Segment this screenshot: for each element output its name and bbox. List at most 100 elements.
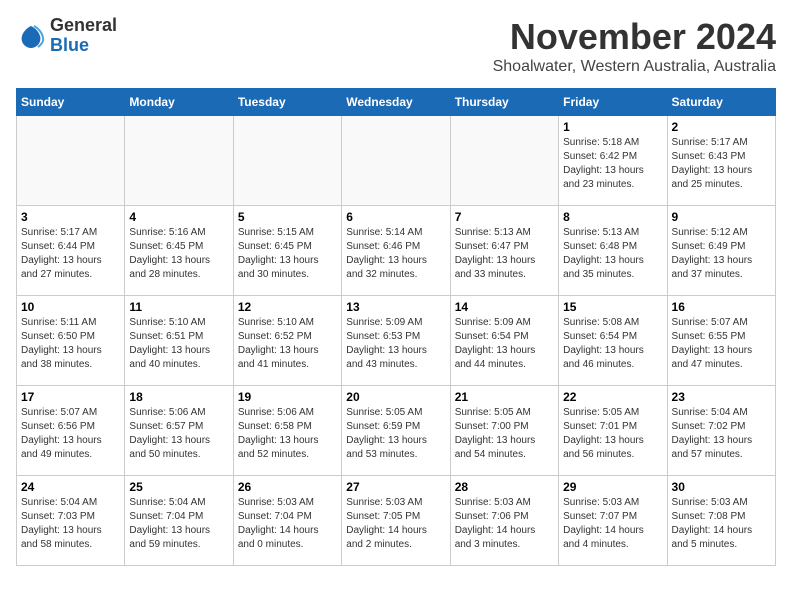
day-info: Sunrise: 5:04 AM Sunset: 7:03 PM Dayligh… [21,496,120,552]
day-number: 26 [238,480,337,494]
day-number: 11 [129,300,228,314]
day-info: Sunrise: 5:03 AM Sunset: 7:06 PM Dayligh… [455,496,554,552]
day-info: Sunrise: 5:14 AM Sunset: 6:46 PM Dayligh… [346,226,445,282]
table-row [233,116,341,206]
day-number: 28 [455,480,554,494]
day-info: Sunrise: 5:11 AM Sunset: 6:50 PM Dayligh… [21,316,120,372]
day-number: 24 [21,480,120,494]
table-row [342,116,450,206]
day-info: Sunrise: 5:07 AM Sunset: 6:55 PM Dayligh… [672,316,771,372]
day-number: 5 [238,210,337,224]
table-row: 19Sunrise: 5:06 AM Sunset: 6:58 PM Dayli… [233,386,341,476]
day-number: 14 [455,300,554,314]
calendar-week-1: 1 Sunrise: 5:18 AM Sunset: 6:42 PM Daylig… [17,116,776,206]
calendar-week-3: 10 Sunrise: 5:11 AM Sunset: 6:50 PM Dayli… [17,296,776,386]
table-row: 27 Sunrise: 5:03 AM Sunset: 7:05 PM Dayli… [342,476,450,566]
table-row: 20 Sunrise: 5:05 AM Sunset: 6:59 PM Dayli… [342,386,450,476]
table-row: 24 Sunrise: 5:04 AM Sunset: 7:03 PM Dayli… [17,476,125,566]
header-tuesday: Tuesday [233,89,341,116]
day-info: Sunrise: 5:17 AM Sunset: 6:43 PM Dayligh… [672,136,771,192]
day-number: 9 [672,210,771,224]
day-info: Sunrise: 5:05 AM Sunset: 6:59 PM Dayligh… [346,406,445,462]
header-friday: Friday [559,89,667,116]
table-row: 21Sunrise: 5:05 AM Sunset: 7:00 PM Dayli… [450,386,558,476]
table-row: 2 Sunrise: 5:17 AM Sunset: 6:43 PM Daylig… [667,116,775,206]
calendar-header-row: Sunday Monday Tuesday Wednesday Thursday… [17,89,776,116]
header-thursday: Thursday [450,89,558,116]
day-number: 15 [563,300,662,314]
day-info: Sunrise: 5:07 AM Sunset: 6:56 PM Dayligh… [21,406,120,462]
day-number: 16 [672,300,771,314]
day-number: 3 [21,210,120,224]
day-number: 6 [346,210,445,224]
table-row: 10 Sunrise: 5:11 AM Sunset: 6:50 PM Dayli… [17,296,125,386]
day-info: Sunrise: 5:13 AM Sunset: 6:47 PM Dayligh… [455,226,554,282]
logo-text: General Blue [50,16,117,56]
calendar-week-5: 24 Sunrise: 5:04 AM Sunset: 7:03 PM Dayli… [17,476,776,566]
day-number: 12 [238,300,337,314]
day-number: 19 [238,390,337,404]
header-sunday: Sunday [17,89,125,116]
table-row: 28 Sunrise: 5:03 AM Sunset: 7:06 PM Dayli… [450,476,558,566]
table-row: 17 Sunrise: 5:07 AM Sunset: 6:56 PM Dayli… [17,386,125,476]
day-number: 2 [672,120,771,134]
day-number: 25 [129,480,228,494]
day-info: Sunrise: 5:06 AM Sunset: 6:57 PM Dayligh… [129,406,228,462]
day-info: Sunrise: 5:17 AM Sunset: 6:44 PM Dayligh… [21,226,120,282]
table-row: 6 Sunrise: 5:14 AM Sunset: 6:46 PM Daylig… [342,206,450,296]
table-row [17,116,125,206]
day-info: Sunrise: 5:04 AM Sunset: 7:04 PM Dayligh… [129,496,228,552]
calendar-table: Sunday Monday Tuesday Wednesday Thursday… [16,88,776,566]
table-row: 30 Sunrise: 5:03 AM Sunset: 7:08 PM Dayli… [667,476,775,566]
day-number: 27 [346,480,445,494]
table-row: 11 Sunrise: 5:10 AM Sunset: 6:51 PM Dayli… [125,296,233,386]
day-info: Sunrise: 5:03 AM Sunset: 7:08 PM Dayligh… [672,496,771,552]
day-info: Sunrise: 5:03 AM Sunset: 7:07 PM Dayligh… [563,496,662,552]
month-title: November 2024 [493,16,776,58]
table-row: 14Sunrise: 5:09 AM Sunset: 6:54 PM Dayli… [450,296,558,386]
table-row: 1 Sunrise: 5:18 AM Sunset: 6:42 PM Daylig… [559,116,667,206]
day-number: 21 [455,390,554,404]
logo: General Blue [16,16,117,56]
day-number: 7 [455,210,554,224]
table-row: 25 Sunrise: 5:04 AM Sunset: 7:04 PM Dayli… [125,476,233,566]
day-number: 10 [21,300,120,314]
day-info: Sunrise: 5:03 AM Sunset: 7:04 PM Dayligh… [238,496,337,552]
logo-icon [16,21,46,51]
table-row: 8 Sunrise: 5:13 AM Sunset: 6:48 PM Daylig… [559,206,667,296]
day-number: 1 [563,120,662,134]
day-info: Sunrise: 5:10 AM Sunset: 6:52 PM Dayligh… [238,316,337,372]
table-row: 29 Sunrise: 5:03 AM Sunset: 7:07 PM Dayli… [559,476,667,566]
title-section: November 2024 Shoalwater, Western Austra… [493,16,776,76]
day-number: 8 [563,210,662,224]
table-row [450,116,558,206]
day-info: Sunrise: 5:03 AM Sunset: 7:05 PM Dayligh… [346,496,445,552]
day-info: Sunrise: 5:13 AM Sunset: 6:48 PM Dayligh… [563,226,662,282]
day-info: Sunrise: 5:05 AM Sunset: 7:01 PM Dayligh… [563,406,662,462]
day-number: 30 [672,480,771,494]
table-row: 16 Sunrise: 5:07 AM Sunset: 6:55 PM Dayli… [667,296,775,386]
day-info: Sunrise: 5:04 AM Sunset: 7:02 PM Dayligh… [672,406,771,462]
header-wednesday: Wednesday [342,89,450,116]
day-info: Sunrise: 5:18 AM Sunset: 6:42 PM Dayligh… [563,136,662,192]
table-row: 18Sunrise: 5:06 AM Sunset: 6:57 PM Dayli… [125,386,233,476]
day-info: Sunrise: 5:16 AM Sunset: 6:45 PM Dayligh… [129,226,228,282]
table-row: 23 Sunrise: 5:04 AM Sunset: 7:02 PM Dayli… [667,386,775,476]
table-row: 12 Sunrise: 5:10 AM Sunset: 6:52 PM Dayli… [233,296,341,386]
table-row: 13Sunrise: 5:09 AM Sunset: 6:53 PM Dayli… [342,296,450,386]
page-header: General Blue November 2024 Shoalwater, W… [16,16,776,76]
table-row: 4Sunrise: 5:16 AM Sunset: 6:45 PM Daylig… [125,206,233,296]
calendar-week-4: 17 Sunrise: 5:07 AM Sunset: 6:56 PM Dayli… [17,386,776,476]
day-number: 13 [346,300,445,314]
day-number: 29 [563,480,662,494]
day-number: 23 [672,390,771,404]
day-info: Sunrise: 5:10 AM Sunset: 6:51 PM Dayligh… [129,316,228,372]
day-number: 20 [346,390,445,404]
day-info: Sunrise: 5:15 AM Sunset: 6:45 PM Dayligh… [238,226,337,282]
day-number: 17 [21,390,120,404]
calendar-week-2: 3 Sunrise: 5:17 AM Sunset: 6:44 PM Daylig… [17,206,776,296]
day-number: 22 [563,390,662,404]
table-row: 3 Sunrise: 5:17 AM Sunset: 6:44 PM Daylig… [17,206,125,296]
table-row: 7 Sunrise: 5:13 AM Sunset: 6:47 PM Daylig… [450,206,558,296]
day-info: Sunrise: 5:08 AM Sunset: 6:54 PM Dayligh… [563,316,662,372]
